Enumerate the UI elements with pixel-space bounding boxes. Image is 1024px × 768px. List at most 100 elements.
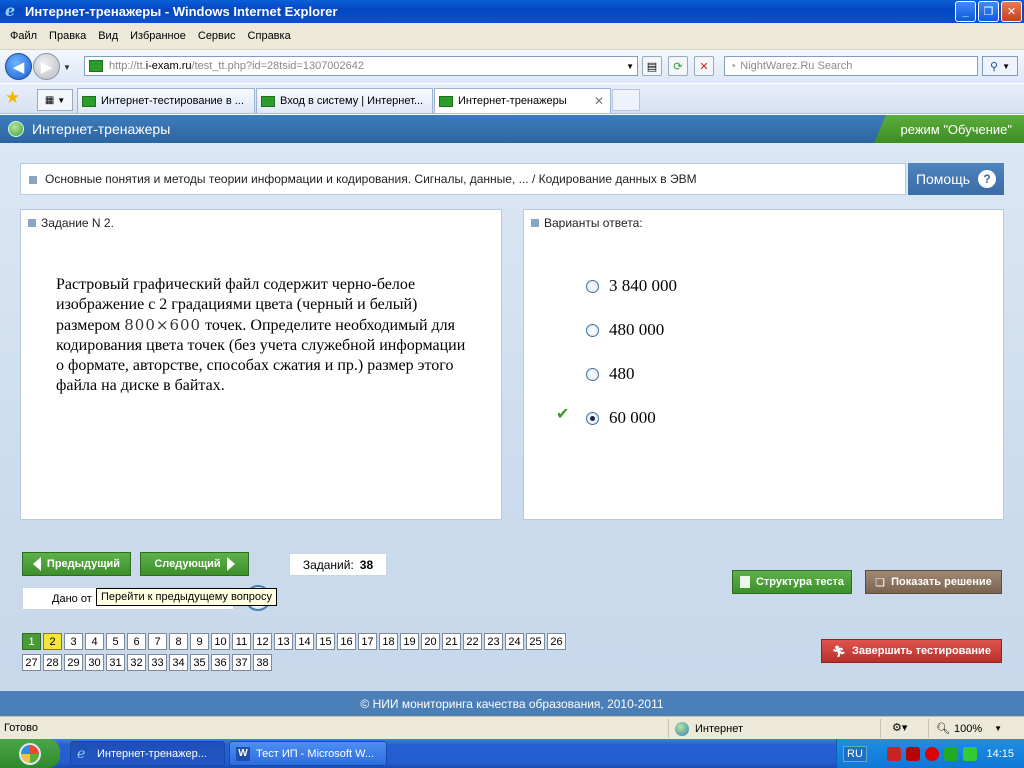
security-icon[interactable] (924, 746, 939, 761)
menu-file[interactable]: Файл (4, 30, 43, 42)
back-button[interactable]: ◀ (5, 53, 32, 80)
security-zone[interactable]: Интернет (675, 722, 743, 736)
answer-label: 3 840 000 (609, 276, 677, 295)
taskbar-item-ie[interactable]: e Интернет-тренажер... (70, 741, 225, 766)
network-icon[interactable] (886, 746, 901, 761)
answer-option-3[interactable]: 480 (586, 364, 635, 384)
question-cell-4[interactable]: 4 (85, 633, 104, 650)
question-cell-9[interactable]: 9 (190, 633, 209, 650)
prev-button[interactable]: Предыдущий (22, 552, 131, 576)
question-cell-3[interactable]: 3 (64, 633, 83, 650)
search-box[interactable]: ◔ NightWarez.Ru Search (724, 56, 978, 76)
question-cell-13[interactable]: 13 (274, 633, 293, 650)
question-cell-5[interactable]: 5 (106, 633, 125, 650)
question-cell-23[interactable]: 23 (484, 633, 503, 650)
question-icon: ? (978, 170, 997, 188)
new-tab-button[interactable] (612, 89, 640, 111)
tab-page-icon (82, 95, 96, 107)
zoom-control[interactable]: 🔍︎ 100% ▼ (936, 722, 1002, 736)
search-button[interactable]: ⚲ ▼ (982, 56, 1018, 76)
menu-favorites[interactable]: Избранное (124, 30, 192, 42)
bullet-icon (28, 219, 36, 227)
question-cell-16[interactable]: 16 (337, 633, 356, 650)
maximize-button[interactable]: ❐ (978, 1, 999, 22)
update-icon[interactable] (943, 746, 958, 761)
tab-close-icon[interactable]: ✕ (594, 94, 604, 108)
radio-button[interactable] (586, 279, 599, 293)
question-cell-32[interactable]: 32 (127, 654, 146, 671)
question-cell-28[interactable]: 28 (43, 654, 62, 671)
question-cell-26[interactable]: 26 (547, 633, 566, 650)
question-cell-31[interactable]: 31 (106, 654, 125, 671)
question-cell-19[interactable]: 19 (400, 633, 419, 650)
show-solution-button[interactable]: ❏ Показать решение (865, 570, 1002, 594)
answer-option-4[interactable]: 60 000 (586, 408, 656, 428)
sync-icon[interactable] (962, 746, 977, 761)
question-cell-29[interactable]: 29 (64, 654, 83, 671)
radio-button[interactable] (586, 323, 599, 337)
menu-help[interactable]: Справка (242, 30, 297, 42)
question-cell-30[interactable]: 30 (85, 654, 104, 671)
finish-test-button[interactable]: 🏃︎ Завершить тестирование (821, 639, 1002, 663)
forward-button[interactable]: ▶ (33, 53, 60, 80)
address-bar[interactable]: http://tt. i-exam.ru/test_tt.php?id=28tsi… (84, 56, 638, 76)
favorites-star-icon[interactable]: ★ (5, 88, 20, 108)
question-cell-25[interactable]: 25 (526, 633, 545, 650)
question-cell-27[interactable]: 27 (22, 654, 41, 671)
protected-mode-icon[interactable]: ⚙▾ (892, 721, 907, 734)
tab-internet-testing[interactable]: Интернет-тестирование в ... (77, 88, 255, 113)
question-cell-17[interactable]: 17 (358, 633, 377, 650)
quick-tabs-button[interactable]: ▦ ▼ (37, 89, 73, 111)
tab-trainers[interactable]: Интернет-тренажеры ✕ (434, 88, 611, 113)
question-cell-1[interactable]: 1 (22, 633, 41, 650)
question-cell-8[interactable]: 8 (169, 633, 188, 650)
answer-option-1[interactable]: 3 840 000 (586, 276, 677, 296)
question-cell-7[interactable]: 7 (148, 633, 167, 650)
next-button[interactable]: Следующий (140, 552, 249, 576)
minimize-button[interactable]: _ (955, 1, 976, 22)
tab-login[interactable]: Вход в систему | Интернет... (256, 88, 433, 113)
compatibility-icon[interactable]: ▤ (642, 56, 662, 76)
structure-button[interactable]: Структура теста (732, 570, 852, 594)
help-button[interactable]: Помощь ? (908, 163, 1004, 195)
question-cell-14[interactable]: 14 (295, 633, 314, 650)
zoom-icon: 🔍︎ (936, 723, 950, 735)
question-cell-35[interactable]: 35 (190, 654, 209, 671)
question-cell-10[interactable]: 10 (211, 633, 230, 650)
history-dropdown-icon[interactable]: ▼ (63, 63, 71, 72)
answer-option-2[interactable]: 480 000 (586, 320, 664, 340)
language-indicator[interactable]: RU (843, 745, 867, 762)
close-window-button[interactable]: ✕ (1001, 1, 1022, 22)
question-cell-38[interactable]: 38 (253, 654, 272, 671)
address-dropdown-icon[interactable]: ▼ (626, 62, 634, 71)
question-cell-18[interactable]: 18 (379, 633, 398, 650)
question-cell-12[interactable]: 12 (253, 633, 272, 650)
antivirus-icon[interactable] (905, 746, 920, 761)
window-title-bar[interactable]: e Интернет-тренажеры - Windows Internet … (0, 0, 1024, 23)
question-cell-15[interactable]: 15 (316, 633, 335, 650)
menu-tools[interactable]: Сервис (192, 30, 242, 42)
question-cell-6[interactable]: 6 (127, 633, 146, 650)
start-button[interactable] (0, 739, 60, 768)
question-cell-21[interactable]: 21 (442, 633, 461, 650)
stop-icon[interactable]: ✕ (694, 56, 714, 76)
radio-button-selected[interactable] (586, 411, 599, 425)
refresh-icon[interactable]: ⟳ (668, 56, 688, 76)
taskbar-item-word[interactable]: W Тест ИП - Microsoft W... (229, 741, 387, 766)
breadcrumb: Основные понятия и методы теории информа… (20, 163, 906, 195)
question-cell-11[interactable]: 11 (232, 633, 251, 650)
radio-button[interactable] (586, 367, 599, 381)
tab-label: Интернет-тренажеры (458, 95, 567, 107)
system-tray: RU 14:15 (836, 739, 1024, 768)
question-cell-36[interactable]: 36 (211, 654, 230, 671)
question-cell-34[interactable]: 34 (169, 654, 188, 671)
question-cell-33[interactable]: 33 (148, 654, 167, 671)
menu-view[interactable]: Вид (92, 30, 124, 42)
question-cell-37[interactable]: 37 (232, 654, 251, 671)
search-options-icon[interactable]: ▼ (1002, 62, 1010, 71)
menu-edit[interactable]: Правка (43, 30, 92, 42)
question-cell-22[interactable]: 22 (463, 633, 482, 650)
question-cell-2[interactable]: 2 (43, 633, 62, 650)
question-cell-24[interactable]: 24 (505, 633, 524, 650)
question-cell-20[interactable]: 20 (421, 633, 440, 650)
